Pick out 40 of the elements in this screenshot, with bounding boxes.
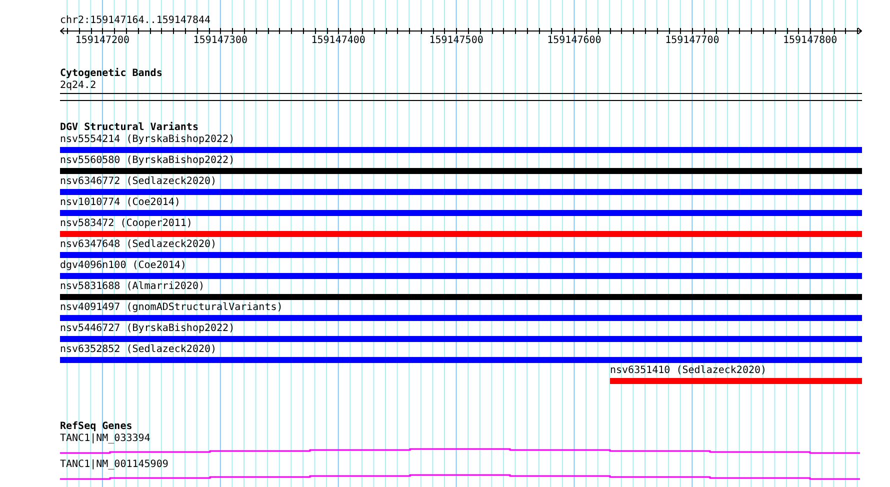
track-title: RefSeq Genes [60, 421, 134, 433]
tick-label: 159147200 [75, 35, 130, 47]
gene-label[interactable]: TANC1|NM_033394 [60, 433, 150, 444]
variant-bar[interactable] [60, 168, 862, 174]
variant-bar[interactable] [60, 273, 862, 279]
tick-label: 159147400 [311, 35, 366, 47]
variant-label[interactable]: dgv4096n100 (Coe2014) [60, 260, 186, 271]
variant-bar[interactable] [60, 357, 862, 363]
tick-label: 159147700 [665, 35, 720, 47]
gene-label[interactable]: TANC1|NM_001145909 [60, 459, 168, 470]
variant-label[interactable]: nsv583472 (Cooper2011) [60, 218, 192, 229]
variant-bar[interactable] [60, 336, 862, 342]
cytoband-label: 2q24.2 [60, 80, 98, 92]
variant-label[interactable]: nsv6346772 (Sedlazeck2020) [60, 176, 217, 187]
variant-label[interactable]: nsv4091497 (gnomADStructuralVariants) [60, 302, 283, 313]
variant-bar[interactable] [60, 315, 862, 321]
variant-bar[interactable] [60, 294, 862, 300]
variant-label[interactable]: nsv5831688 (Almarri2020) [60, 281, 204, 292]
tick-label: 159147300 [193, 35, 248, 47]
variant-bar[interactable] [60, 252, 862, 258]
track-title: Cytogenetic Bands [60, 68, 164, 80]
tick-label: 159147800 [783, 35, 838, 47]
variant-label[interactable]: nsv5554214 (ByrskaBishop2022) [60, 134, 235, 145]
tick-label: 159147500 [429, 35, 484, 47]
variant-bar[interactable] [610, 378, 862, 384]
variant-label[interactable]: nsv5560580 (ByrskaBishop2022) [60, 155, 235, 166]
variant-label[interactable]: nsv6352852 (Sedlazeck2020) [60, 344, 217, 355]
variant-label[interactable]: nsv1010774 (Coe2014) [60, 197, 180, 208]
variant-label[interactable]: nsv5446727 (ByrskaBishop2022) [60, 323, 235, 334]
variant-bar[interactable] [60, 231, 862, 237]
gene-line[interactable] [60, 474, 860, 480]
region-label: chr2:159147164..159147844 [60, 15, 212, 27]
track-title: DGV Structural Variants [60, 122, 200, 134]
tick-label: 159147600 [547, 35, 602, 47]
variant-bar[interactable] [60, 210, 862, 216]
variant-bar[interactable] [60, 147, 862, 153]
variant-label[interactable]: nsv6351410 (Sedlazeck2020) [610, 365, 767, 376]
gene-line[interactable] [60, 448, 860, 454]
variant-bar[interactable] [60, 189, 862, 195]
variant-label[interactable]: nsv6347648 (Sedlazeck2020) [60, 239, 217, 250]
